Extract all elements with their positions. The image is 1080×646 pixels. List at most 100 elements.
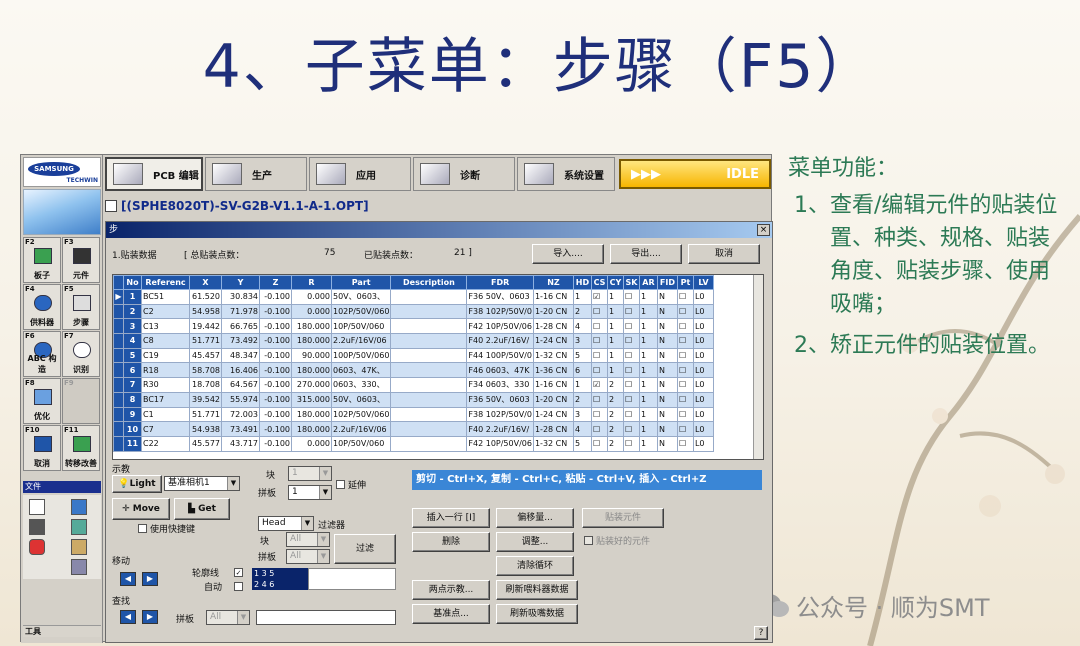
column-header[interactable]: Referenc xyxy=(141,275,190,290)
table-cell[interactable]: 5 xyxy=(572,347,592,364)
offset-button[interactable]: 偏移量... xyxy=(496,508,574,528)
table-row[interactable]: 5 C19 45.457 48.347 -0.100 90.000 100P/50V/060… xyxy=(113,347,714,364)
adjust-button[interactable]: 调整... xyxy=(496,532,574,552)
table-cell[interactable]: 19.442 xyxy=(189,318,222,335)
table-cell[interactable]: R30 xyxy=(141,377,190,393)
contour-checkbox[interactable]: ✓ xyxy=(234,568,243,577)
table-cell[interactable]: 180.000 xyxy=(291,318,332,335)
tab-diagnosis[interactable]: 诊断 xyxy=(413,157,515,191)
table-cell[interactable]: 102P/50V/060 xyxy=(330,406,392,423)
table-cell[interactable]: 0.000 xyxy=(291,435,332,452)
table-cell[interactable]: 50V、0603、 xyxy=(330,391,392,408)
table-cell[interactable]: F40 2.2uF/16V/ xyxy=(466,421,534,437)
fkey-f5-step[interactable]: F5 步骤 xyxy=(62,284,100,330)
refresh-feeder-button[interactable]: 刷新喂料器数据 xyxy=(496,580,578,600)
insert-row-button[interactable]: 插入一行 [I] xyxy=(412,508,490,528)
extend-checkbox[interactable] xyxy=(336,480,345,489)
table-cell[interactable]: -0.100 xyxy=(259,435,292,452)
table-cell[interactable]: 4 xyxy=(572,318,592,335)
table-cell[interactable]: C19 xyxy=(141,347,190,364)
table-cell[interactable]: 180.000 xyxy=(291,421,332,437)
table-cell[interactable]: ☐ xyxy=(622,421,640,437)
table-cell[interactable]: C8 xyxy=(141,333,190,349)
table-cell[interactable]: N xyxy=(656,347,678,364)
table-cell[interactable]: L0 xyxy=(692,377,714,393)
tools-menu-header[interactable]: 工具 xyxy=(23,625,101,637)
column-header[interactable]: HD xyxy=(572,275,592,290)
table-cell[interactable]: 4 xyxy=(572,421,592,437)
row-selector[interactable] xyxy=(113,421,124,437)
table-cell[interactable]: 66.765 xyxy=(221,318,260,335)
table-cell[interactable]: 51.771 xyxy=(189,406,222,423)
table-cell[interactable]: 39.542 xyxy=(189,391,222,408)
table-cell[interactable]: ☐ xyxy=(676,391,694,408)
table-cell[interactable]: 1 xyxy=(638,362,658,379)
table-cell[interactable]: 1 xyxy=(638,391,658,408)
table-row[interactable]: ▶ 1 BC51 61.520 30.834 -0.100 0.000 50V、0603、 F3… xyxy=(113,289,714,305)
table-cell[interactable]: R18 xyxy=(141,362,190,379)
table-cell[interactable]: F36 50V、0603 xyxy=(466,289,534,305)
auto-checkbox[interactable] xyxy=(234,582,243,591)
row-selector[interactable] xyxy=(113,406,124,423)
fkey-f10-cancel[interactable]: F10 取消 xyxy=(23,425,61,471)
table-cell[interactable] xyxy=(390,421,468,437)
table-cell[interactable]: 43.717 xyxy=(221,435,260,452)
filter-panel-select[interactable]: All ▼ xyxy=(286,549,330,564)
table-cell[interactable]: L0 xyxy=(692,421,714,437)
table-cell[interactable]: 1-24 CN xyxy=(532,333,574,349)
table-cell[interactable]: 0603、330、 xyxy=(330,377,392,393)
table-cell[interactable]: BC17 xyxy=(141,391,190,408)
table-cell[interactable]: 54.938 xyxy=(189,421,222,437)
column-header[interactable]: R xyxy=(291,275,332,290)
panel-select[interactable]: 1 ▼ xyxy=(288,485,332,500)
table-cell[interactable]: 16.406 xyxy=(221,362,260,379)
table-cell[interactable]: 0603、47K、 xyxy=(330,362,392,379)
camera-select[interactable]: 基准相机1 ▼ xyxy=(164,476,240,491)
table-cell[interactable]: F38 102P/50V/0 xyxy=(466,303,534,320)
row-selector[interactable] xyxy=(113,303,124,320)
table-cell[interactable]: ☐ xyxy=(622,362,640,379)
column-header[interactable]: NZ xyxy=(532,275,574,290)
delete-button[interactable]: 删除 xyxy=(412,532,490,552)
table-cell[interactable]: 3 xyxy=(123,318,142,335)
table-cell[interactable]: ☐ xyxy=(622,333,640,349)
column-header[interactable]: X xyxy=(189,275,222,290)
table-cell[interactable]: F34 0603、330 xyxy=(466,377,534,393)
tab-system-settings[interactable]: 系统设置 xyxy=(517,157,615,191)
column-header[interactable]: Y xyxy=(221,275,260,290)
import-button[interactable]: 导入.... xyxy=(532,244,604,264)
table-cell[interactable]: ☐ xyxy=(590,303,608,320)
table-cell[interactable]: 180.000 xyxy=(291,333,332,349)
table-cell[interactable]: ☑ xyxy=(590,289,608,305)
table-cell[interactable]: BC51 xyxy=(141,289,190,305)
table-row[interactable]: 3 C13 19.442 66.765 -0.100 180.000 10P/50V/060… xyxy=(113,318,714,335)
find-next-button[interactable]: ▶ xyxy=(142,610,158,624)
table-cell[interactable]: N xyxy=(656,406,678,423)
table-cell[interactable]: ☐ xyxy=(622,318,640,335)
power-icon[interactable] xyxy=(29,539,45,555)
table-cell[interactable] xyxy=(390,406,468,423)
table-cell[interactable]: ☑ xyxy=(590,377,608,393)
table-cell[interactable]: L0 xyxy=(692,406,714,423)
table-cell[interactable]: 73.492 xyxy=(221,333,260,349)
row-selector[interactable] xyxy=(113,318,124,335)
table-cell[interactable]: 1 xyxy=(572,289,592,305)
table-cell[interactable]: 51.771 xyxy=(189,333,222,349)
table-cell[interactable]: N xyxy=(656,333,678,349)
table-cell[interactable]: C1 xyxy=(141,406,190,423)
table-cell[interactable] xyxy=(390,377,468,393)
table-cell[interactable]: 4 xyxy=(123,333,142,349)
table-cell[interactable]: 10 xyxy=(123,421,142,437)
clear-loop-button[interactable]: 清除循环 xyxy=(496,556,574,576)
table-cell[interactable]: 18.708 xyxy=(189,377,222,393)
table-cell[interactable]: 100P/50V/060 xyxy=(330,347,392,364)
table-cell[interactable]: 1 xyxy=(638,435,658,452)
table-cell[interactable] xyxy=(390,391,468,408)
table-cell[interactable]: 1 xyxy=(606,318,624,335)
table-cell[interactable]: 30.834 xyxy=(221,289,260,305)
save-icon[interactable] xyxy=(29,519,45,535)
table-cell[interactable]: 180.000 xyxy=(291,406,332,423)
table-cell[interactable]: ☐ xyxy=(676,318,694,335)
table-cell[interactable]: 0.000 xyxy=(291,289,332,305)
column-header[interactable]: Description xyxy=(390,275,468,290)
